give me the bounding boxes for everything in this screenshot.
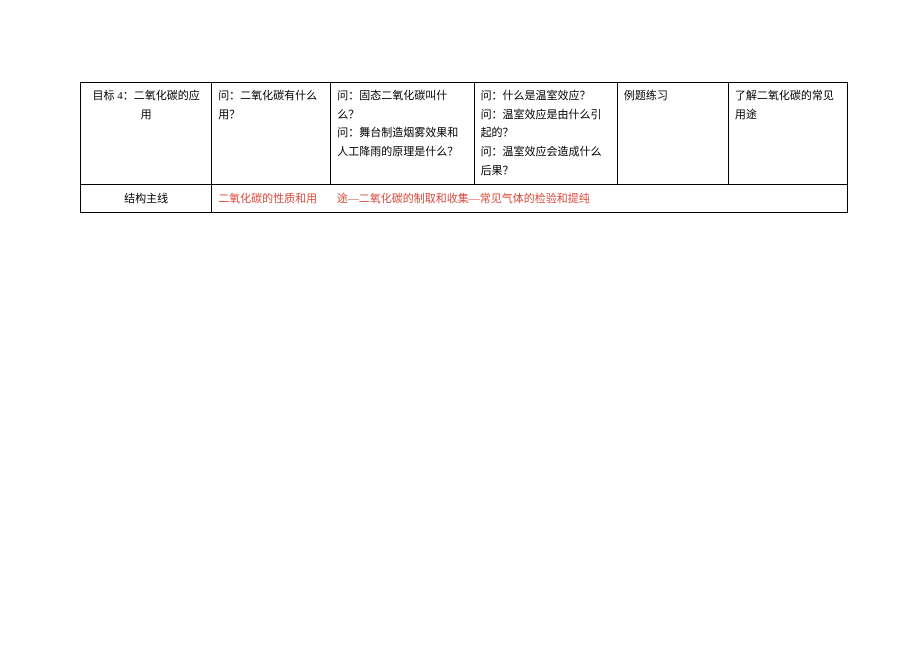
cell-goal-label: 目标 4：二氧化碳的应用	[81, 83, 212, 185]
question-2-text: 问：固态二氧化碳叫什么？ 问：舞台制造烟雾效果和人工降雨的原理是什么？	[337, 90, 458, 158]
structure-content-2-text: 途—二氧化碳的制取和收集—常见气体的检验和提纯	[337, 193, 590, 205]
objective-text: 了解二氧化碳的常见用途	[735, 90, 834, 121]
cell-question-1: 问：二氧化碳有什么用？	[212, 83, 331, 185]
goal-label-text: 目标 4：二氧化碳的应用	[92, 90, 199, 121]
cell-objective: 了解二氧化碳的常见用途	[728, 83, 847, 185]
document-page: 目标 4：二氧化碳的应用 问：二氧化碳有什么用？ 问：固态二氧化碳叫什么？ 问：…	[0, 0, 920, 651]
cell-question-3: 问：什么是温室效应？ 问：温室效应是由什么引起的？ 问：温室效应会造成什么后果？	[474, 83, 617, 185]
question-1-text: 问：二氧化碳有什么用？	[218, 90, 317, 121]
question-3-text: 问：什么是温室效应？ 问：温室效应是由什么引起的？ 问：温室效应会造成什么后果？	[481, 90, 602, 177]
cell-structure-content-2: 途—二氧化碳的制取和收集—常见气体的检验和提纯	[331, 185, 848, 213]
table-container: 目标 4：二氧化碳的应用 问：二氧化碳有什么用？ 问：固态二氧化碳叫什么？ 问：…	[80, 82, 848, 213]
structure-content-1-text: 二氧化碳的性质和用	[218, 193, 317, 205]
table-row-goal: 目标 4：二氧化碳的应用 问：二氧化碳有什么用？ 问：固态二氧化碳叫什么？ 问：…	[81, 83, 848, 185]
cell-exercise: 例题练习	[617, 83, 728, 185]
exercise-text: 例题练习	[624, 90, 668, 102]
structure-label-text: 结构主线	[124, 193, 168, 205]
table-row-structure: 结构主线 二氧化碳的性质和用 途—二氧化碳的制取和收集—常见气体的检验和提纯	[81, 185, 848, 213]
lesson-table: 目标 4：二氧化碳的应用 问：二氧化碳有什么用？ 问：固态二氧化碳叫什么？ 问：…	[80, 82, 848, 213]
cell-structure-label: 结构主线	[81, 185, 212, 213]
cell-question-2: 问：固态二氧化碳叫什么？ 问：舞台制造烟雾效果和人工降雨的原理是什么？	[331, 83, 474, 185]
cell-structure-content-1: 二氧化碳的性质和用	[212, 185, 331, 213]
